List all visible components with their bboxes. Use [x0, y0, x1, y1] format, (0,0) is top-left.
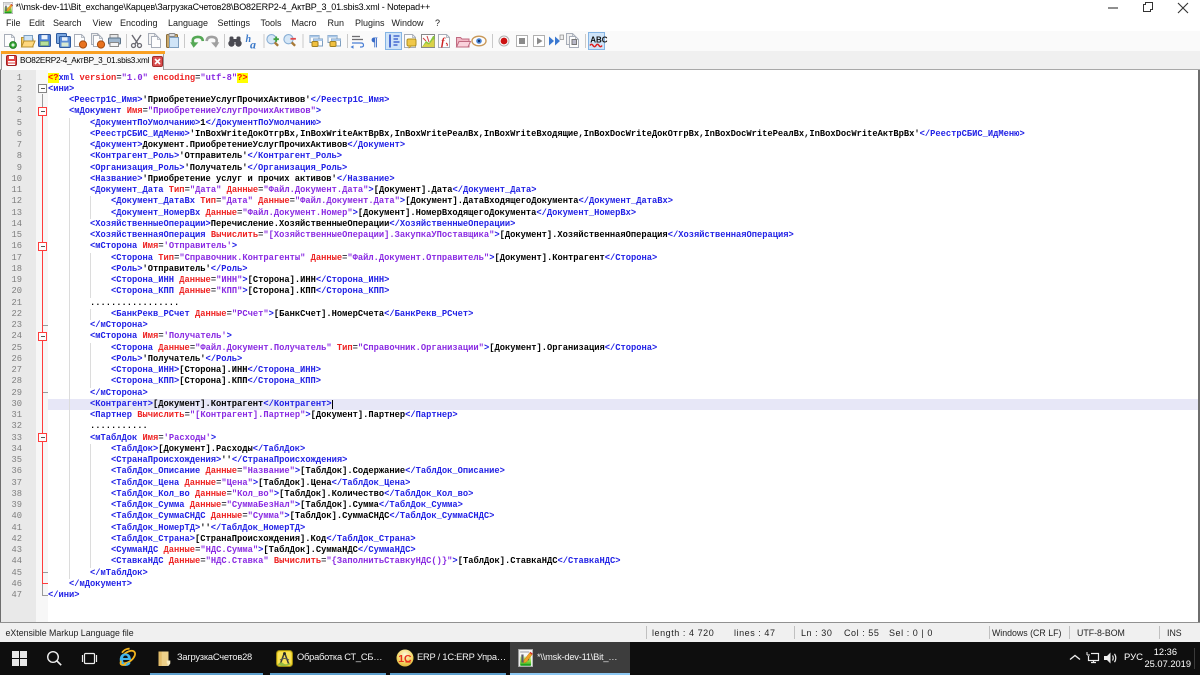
svg-text:1С: 1С	[398, 653, 412, 665]
svg-text:ABC: ABC	[590, 36, 608, 45]
svg-text:¶: ¶	[371, 34, 378, 49]
svg-text:a: a	[250, 38, 256, 52]
